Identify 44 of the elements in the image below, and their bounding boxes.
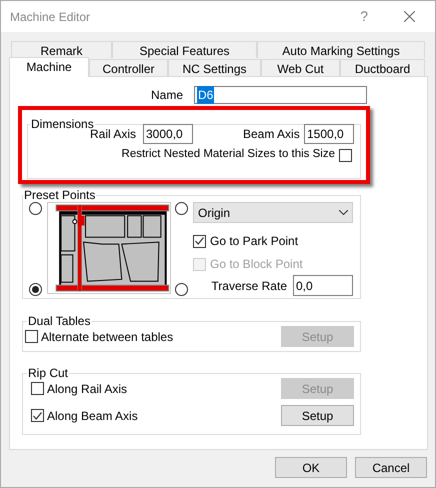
- checkbox-label: Along Rail Axis: [47, 380, 128, 398]
- name-value: D6: [197, 86, 214, 104]
- input-field[interactable]: 0,0: [293, 275, 353, 296]
- checkbox[interactable]: [25, 330, 38, 343]
- group-title: Rip Cut: [27, 365, 70, 382]
- checkbox-label: Go to Park Point: [210, 233, 298, 250]
- field-label: Beam Axis: [243, 126, 301, 143]
- tab[interactable]: Web Cut: [261, 59, 340, 77]
- close-icon[interactable]: [404, 11, 415, 22]
- checkbox[interactable]: [31, 409, 44, 422]
- radio-button[interactable]: [175, 202, 188, 215]
- checkmark-icon: [195, 237, 204, 245]
- tab[interactable]: Auto Marking Settings: [257, 41, 425, 58]
- group-title: Preset Points: [23, 187, 96, 204]
- checkmark-icon: [33, 412, 42, 420]
- group-title: Dual Tables: [27, 313, 92, 330]
- input-field[interactable]: 3000,0: [143, 124, 193, 144]
- tab[interactable]: Controller: [89, 59, 168, 77]
- field-label: Traverse Rate: [211, 278, 287, 294]
- chevron-down-icon: [339, 210, 348, 215]
- name-field[interactable]: D6: [194, 86, 367, 104]
- tab[interactable]: NC Settings: [168, 59, 261, 77]
- checkbox[interactable]: [339, 148, 352, 162]
- tab[interactable]: Ductboard: [340, 59, 425, 77]
- cancel-button[interactable]: Cancel: [355, 457, 427, 478]
- window-title: Machine Editor: [10, 8, 90, 26]
- tab[interactable]: Special Features: [112, 41, 257, 58]
- checkbox-label: Alternate between tables: [41, 328, 174, 346]
- checkbox-label: Along Beam Axis: [47, 408, 138, 424]
- checkbox-label: Restrict Nested Material Sizes to this Size: [122, 147, 335, 162]
- dropdown[interactable]: Origin: [193, 202, 353, 223]
- name-label: Name: [151, 87, 184, 104]
- checkbox[interactable]: [193, 234, 206, 248]
- input-field[interactable]: 1500,0: [304, 124, 354, 144]
- radio-button[interactable]: [175, 283, 188, 296]
- radio-button[interactable]: [29, 202, 42, 215]
- checkbox[interactable]: [31, 382, 44, 395]
- help-button[interactable]: ?: [360, 6, 368, 27]
- radio-button[interactable]: [29, 283, 42, 296]
- setup-button[interactable]: Setup: [281, 405, 354, 426]
- ok-button[interactable]: OK: [275, 457, 347, 478]
- tab[interactable]: Remark: [11, 41, 112, 58]
- checkbox-label: Go to Block Point: [210, 256, 303, 273]
- tab[interactable]: Machine: [9, 57, 89, 77]
